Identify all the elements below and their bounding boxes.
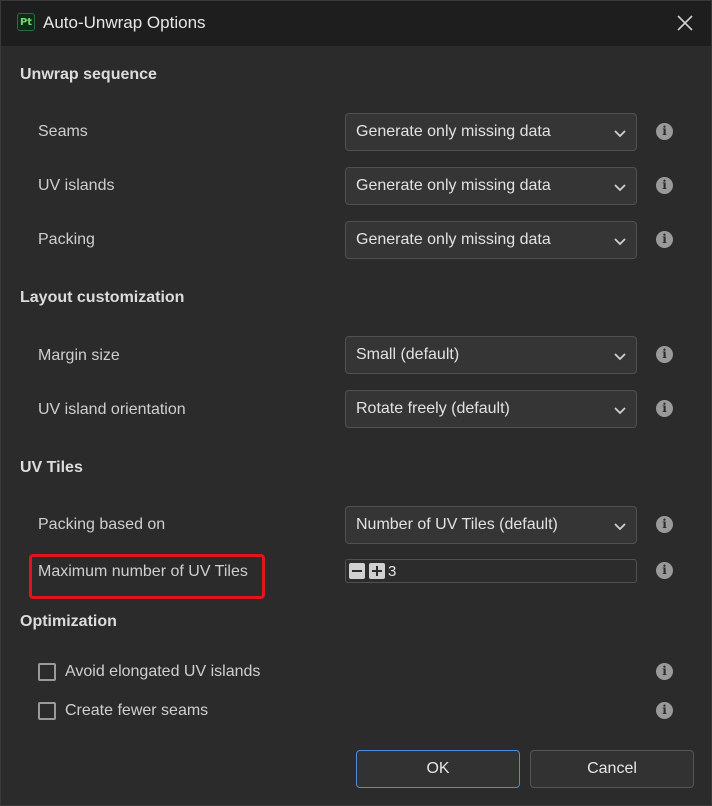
chevron-down-icon: [614, 523, 626, 531]
packing-based-on-label: Packing based on: [38, 516, 166, 533]
section-title-layout-customization: Layout customization: [20, 289, 185, 306]
packing-based-on-dropdown-value: Number of UV Tiles (default): [356, 516, 558, 533]
painter-app-icon: Pt: [17, 13, 35, 31]
section-title-uv-tiles: UV Tiles: [20, 459, 83, 476]
increment-button[interactable]: [369, 563, 385, 579]
packing-dropdown-value: Generate only missing data: [356, 231, 551, 248]
chevron-down-icon: [614, 238, 626, 246]
plus-icon-vertical: [376, 566, 378, 576]
packing-based-on-dropdown[interactable]: Number of UV Tiles (default): [345, 506, 637, 544]
decrement-button[interactable]: [349, 563, 365, 579]
uv-islands-label: UV islands: [38, 177, 115, 194]
create-fewer-seams-checkbox[interactable]: [38, 702, 56, 720]
info-icon[interactable]: i: [656, 516, 673, 533]
packing-label: Packing: [38, 231, 95, 248]
uv-island-orientation-dropdown[interactable]: Rotate freely (default): [345, 390, 637, 428]
uv-island-orientation-label: UV island orientation: [38, 401, 186, 418]
uv-islands-dropdown-value: Generate only missing data: [356, 177, 551, 194]
margin-size-dropdown-value: Small (default): [356, 346, 460, 363]
info-icon[interactable]: i: [656, 400, 673, 417]
chevron-down-icon: [614, 130, 626, 138]
uv-islands-dropdown[interactable]: Generate only missing data: [345, 167, 637, 205]
seams-label: Seams: [38, 123, 88, 140]
chevron-down-icon: [614, 353, 626, 361]
info-icon[interactable]: i: [656, 562, 673, 579]
close-button[interactable]: [673, 11, 697, 35]
close-icon: [677, 15, 693, 31]
info-icon[interactable]: i: [656, 123, 673, 140]
max-uv-tiles-label: Maximum number of UV Tiles: [38, 563, 248, 580]
margin-size-dropdown[interactable]: Small (default): [345, 336, 637, 374]
uv-island-orientation-dropdown-value: Rotate freely (default): [356, 400, 510, 417]
packing-dropdown[interactable]: Generate only missing data: [345, 221, 637, 259]
ok-button[interactable]: OK: [356, 750, 520, 788]
info-icon[interactable]: i: [656, 231, 673, 248]
max-uv-tiles-stepper[interactable]: 3: [345, 559, 637, 583]
seams-dropdown-value: Generate only missing data: [356, 123, 551, 140]
dialog-title: Auto-Unwrap Options: [43, 13, 206, 32]
chevron-down-icon: [614, 184, 626, 192]
info-icon[interactable]: i: [656, 702, 673, 719]
info-icon[interactable]: i: [656, 177, 673, 194]
seams-dropdown[interactable]: Generate only missing data: [345, 113, 637, 151]
info-icon[interactable]: i: [656, 663, 673, 680]
create-fewer-seams-label[interactable]: Create fewer seams: [65, 702, 208, 720]
margin-size-label: Margin size: [38, 347, 120, 364]
avoid-elongated-label[interactable]: Avoid elongated UV islands: [65, 663, 260, 681]
info-icon[interactable]: i: [656, 346, 673, 363]
avoid-elongated-checkbox[interactable]: [38, 663, 56, 681]
auto-unwrap-dialog: Pt Auto-Unwrap Options Unwrap sequence S…: [0, 0, 712, 806]
title-bar[interactable]: Pt Auto-Unwrap Options: [1, 1, 711, 46]
chevron-down-icon: [614, 407, 626, 415]
section-title-optimization: Optimization: [20, 613, 117, 630]
section-title-unwrap-sequence: Unwrap sequence: [20, 66, 157, 83]
minus-icon: [352, 570, 362, 572]
cancel-button[interactable]: Cancel: [530, 750, 694, 788]
max-uv-tiles-value[interactable]: 3: [388, 563, 396, 580]
